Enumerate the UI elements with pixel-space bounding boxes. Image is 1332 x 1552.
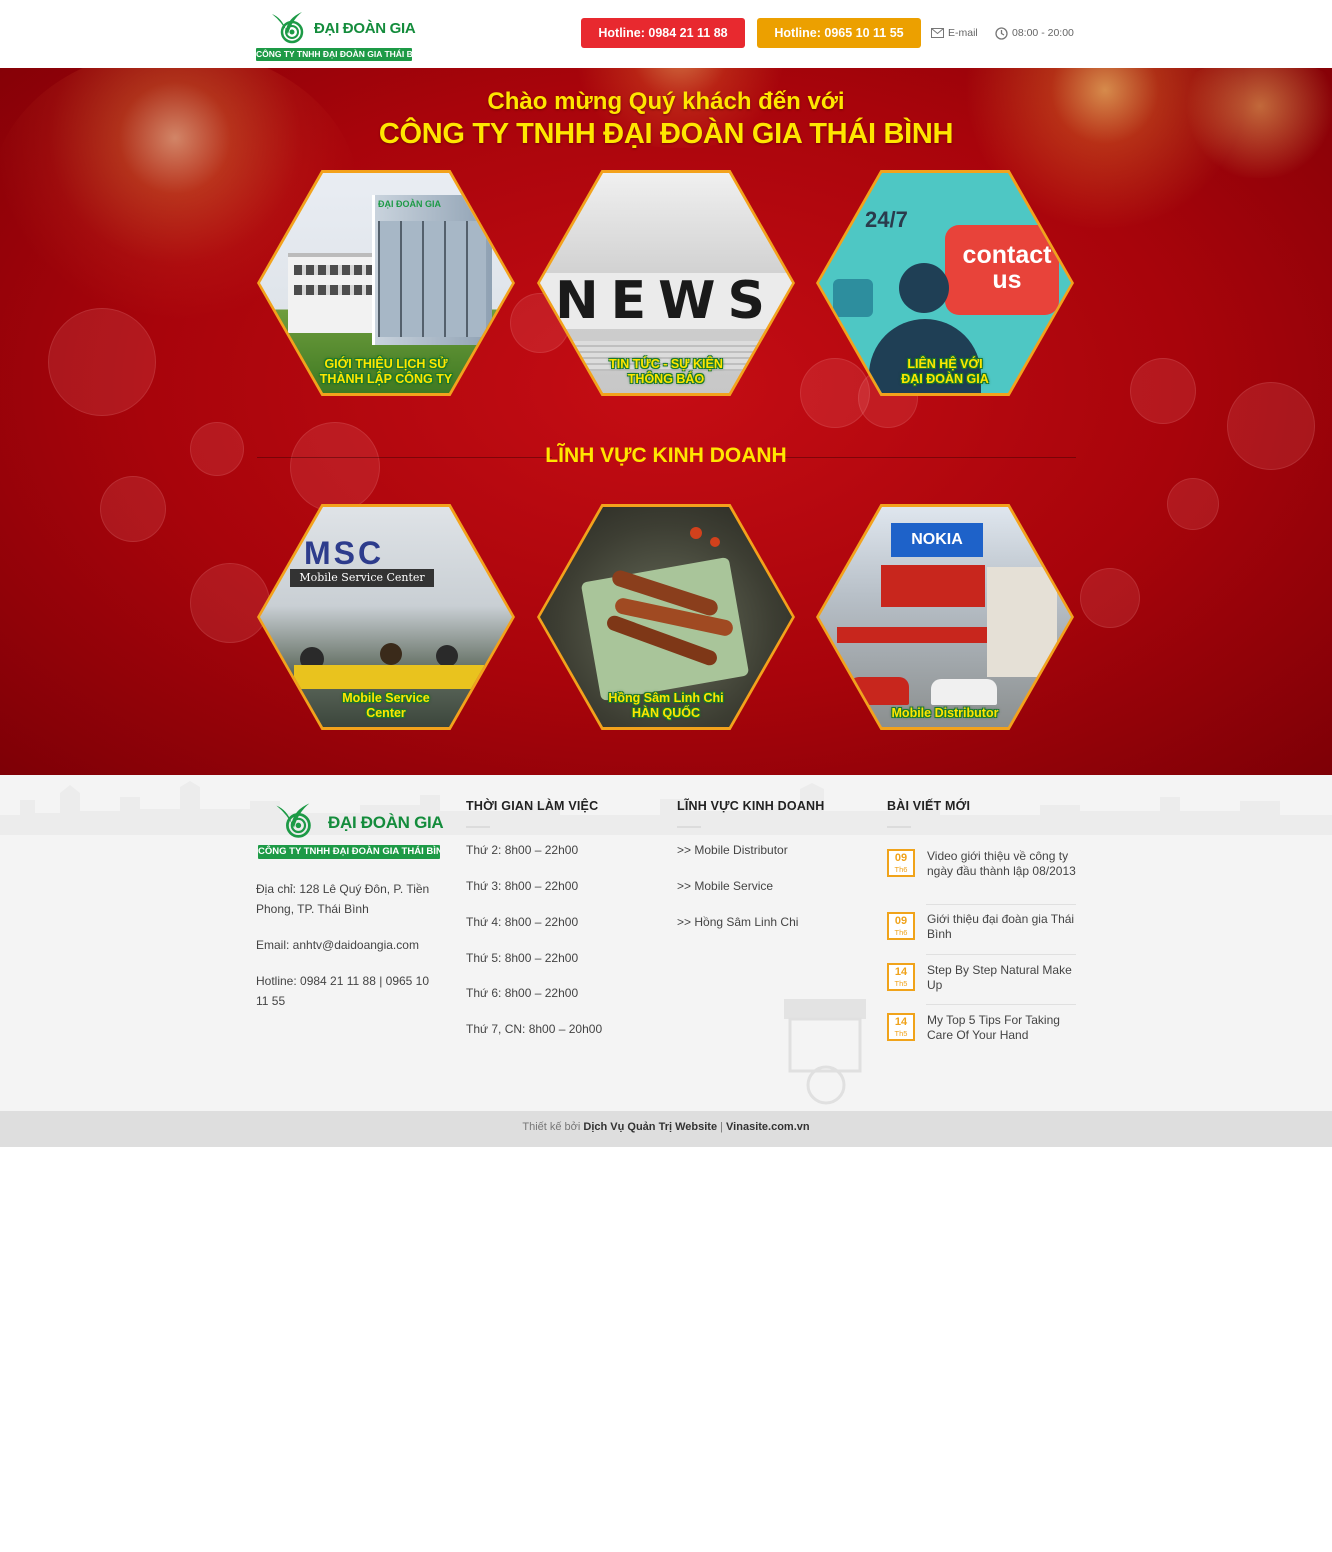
post-separator [926,904,1076,905]
site-footer: ĐẠI ĐOÀN GIA CÔNG TY TNHH ĐẠI ĐOÀN GIA T… [0,775,1332,1111]
mobile-distributor-caption: Mobile Distributor [891,706,999,720]
business-section-title: LĨNH VỰC KINH DOANH [545,444,787,467]
hotline-1-button[interactable]: Hotline: 0984 21 11 88 [581,18,745,48]
ginseng-photo: Hồng Sâm Linh Chi HÀN QUỐC [540,507,792,727]
building-sign: ĐẠI ĐOÀN GIA [378,199,441,209]
cart-watermark-icon [784,999,866,1105]
company-heading: CÔNG TY TNHH ĐẠI ĐOÀN GIA THÁI BÌNH [378,118,954,150]
bokeh-decoration [1080,568,1140,628]
news-caption: TIN TỨC - SỰ KIỆN THÔNG BÁO [609,357,723,386]
footer-hotline: Hotline: 0984 21 11 88 | 0965 10 11 55 [256,974,430,1008]
envelope-icon [931,28,944,38]
copyright-bar: Thiết kế bởi Dịch Vụ Quản Trị Website | … [0,1111,1332,1147]
msc-sign: MSC [304,535,385,571]
building-photo: ĐẠI ĐOÀN GIA GIỚI THIỆU LỊCH SỬ THÀNH LẬ… [260,173,512,393]
logo-tagline: CÔNG TY TNHH ĐẠI ĐOÀN GIA THÁI BÌNH [256,48,412,61]
intro-caption: GIỚI THIỆU LỊCH SỬ THÀNH LẬP CÔNG TY [319,357,453,386]
hours-item: Thứ 3: 8h00 – 22h00 [466,879,579,893]
footer-email[interactable]: Email: anhtv@daidoangia.com [256,935,444,955]
opening-hours: 08:00 - 20:00 [995,25,1074,41]
logo-emblem-icon [272,12,304,44]
intro-tile[interactable]: ĐẠI ĐOÀN GIA GIỚI THIỆU LỊCH SỬ THÀNH LẬ… [257,170,515,396]
welcome-heading: Chào mừng Quý khách đến với [487,88,845,115]
post-separator [926,1004,1076,1005]
credit-service-link[interactable]: Dịch Vụ Quản Trị Website [583,1121,717,1133]
business-link-distributor[interactable]: >> Mobile Distributor [677,843,788,857]
mobile-distributor-tile[interactable]: NOKIA Mobile Distributor [816,504,1074,730]
post-date-badge: 14 Th5 [887,963,915,991]
person-head [899,263,949,313]
hours-item: Thứ 6: 8h00 – 22h00 [466,986,579,1000]
mobile-service-tile[interactable]: MSC Mobile Service Center Mobile Service… [257,504,515,730]
email-link[interactable]: E-mail [931,25,978,41]
contact-bubble: contact us [962,241,1052,294]
post-title[interactable]: Video giới thiệu về công ty ngày đầu thà… [927,849,1079,878]
hotline-2-button[interactable]: Hotline: 0965 10 11 55 [757,18,921,48]
hours-title: THỜI GIAN LÀM VIỆC [466,799,599,813]
news-tile[interactable]: NEWS TIN TỨC - SỰ KIỆN THÔNG BÁO [537,170,795,396]
post-separator [926,954,1076,955]
posts-title: BÀI VIẾT MỚI [887,799,971,813]
business-link-ginseng[interactable]: >> Hồng Sâm Linh Chi [677,915,798,929]
hours-item: Thứ 2: 8h00 – 22h00 [466,843,579,857]
ginseng-tile[interactable]: Hồng Sâm Linh Chi HÀN QUỐC [537,504,795,730]
email-label: E-mail [948,27,978,39]
hours-item: Thứ 7, CN: 8h00 – 20h00 [466,1022,603,1036]
business-title: LĨNH VỰC KINH DOANH [677,799,825,813]
hours-text: 08:00 - 20:00 [1012,27,1074,39]
clock-icon [995,26,1008,40]
footer-logo[interactable]: ĐẠI ĐOÀN GIA CÔNG TY TNHH ĐẠI ĐOÀN GIA T… [258,797,444,861]
bokeh-decoration [100,476,166,542]
logo-emblem-icon [276,803,311,838]
hero-banner: Chào mừng Quý khách đến với CÔNG TY TNHH… [0,68,1332,775]
contact-caption: LIÊN HỆ VỚI ĐẠI ĐOÀN GIA [901,357,989,386]
news-photo: NEWS TIN TỨC - SỰ KIỆN THÔNG BÁO [540,173,792,393]
ginseng-caption: Hồng Sâm Linh Chi HÀN QUỐC [608,691,724,720]
service-center-photo: MSC Mobile Service Center Mobile Service… [260,507,512,727]
post-date-badge: 09 Th6 [887,912,915,940]
logo-brand: ĐẠI ĐOÀN GIA [314,20,416,37]
skyline-decoration [0,781,1332,835]
hours-title-bar [466,826,490,828]
contact-tile[interactable]: 24/7 contact us LIÊN HỆ VỚI ĐẠI ĐOÀN GIA [816,170,1074,396]
service-center-sign: Mobile Service Center [290,569,434,587]
mobile-service-caption: Mobile Service Center [342,691,430,720]
post-title[interactable]: My Top 5 Tips For Taking Care Of Your Ha… [927,1013,1079,1042]
contact-illustration: 24/7 contact us LIÊN HỆ VỚI ĐẠI ĐOÀN GIA [819,173,1071,393]
posts-title-bar [887,826,911,828]
footer-logo-tagline: CÔNG TY TNHH ĐẠI ĐOÀN GIA THÁI BÌNH [258,845,440,859]
site-header: ĐẠI ĐOÀN GIA CÔNG TY TNHH ĐẠI ĐOÀN GIA T… [0,0,1332,68]
credit-prefix: Thiết kế bởi [522,1121,581,1133]
business-title-bar [677,826,701,828]
site-logo[interactable]: ĐẠI ĐOÀN GIA CÔNG TY TNHH ĐẠI ĐOÀN GIA T… [256,6,416,62]
credit-site-link[interactable]: Vinasite.com.vn [726,1121,810,1133]
credit-separator: | [720,1121,723,1133]
news-word: NEWS [555,271,777,331]
post-title[interactable]: Step By Step Natural Make Up [927,963,1079,992]
hours-item: Thứ 5: 8h00 – 22h00 [466,951,579,965]
nokia-sign: NOKIA [891,523,983,557]
post-date-badge: 09 Th6 [887,849,915,877]
storefront-photo: NOKIA Mobile Distributor [819,507,1071,727]
footer-address: Địa chỉ: 128 Lê Quý Đôn, P. Tiền Phong, … [256,882,430,916]
business-link-service[interactable]: >> Mobile Service [677,879,773,893]
bokeh-decoration [1167,478,1219,530]
badge-247: 24/7 [865,207,908,232]
post-date-badge: 14 Th5 [887,1013,915,1041]
footer-logo-brand: ĐẠI ĐOÀN GIA [328,813,444,832]
hours-item: Thứ 4: 8h00 – 22h00 [466,915,579,929]
bokeh-decoration [1130,358,1196,424]
post-title[interactable]: Giới thiệu đại đoàn gia Thái Bình [927,912,1079,941]
